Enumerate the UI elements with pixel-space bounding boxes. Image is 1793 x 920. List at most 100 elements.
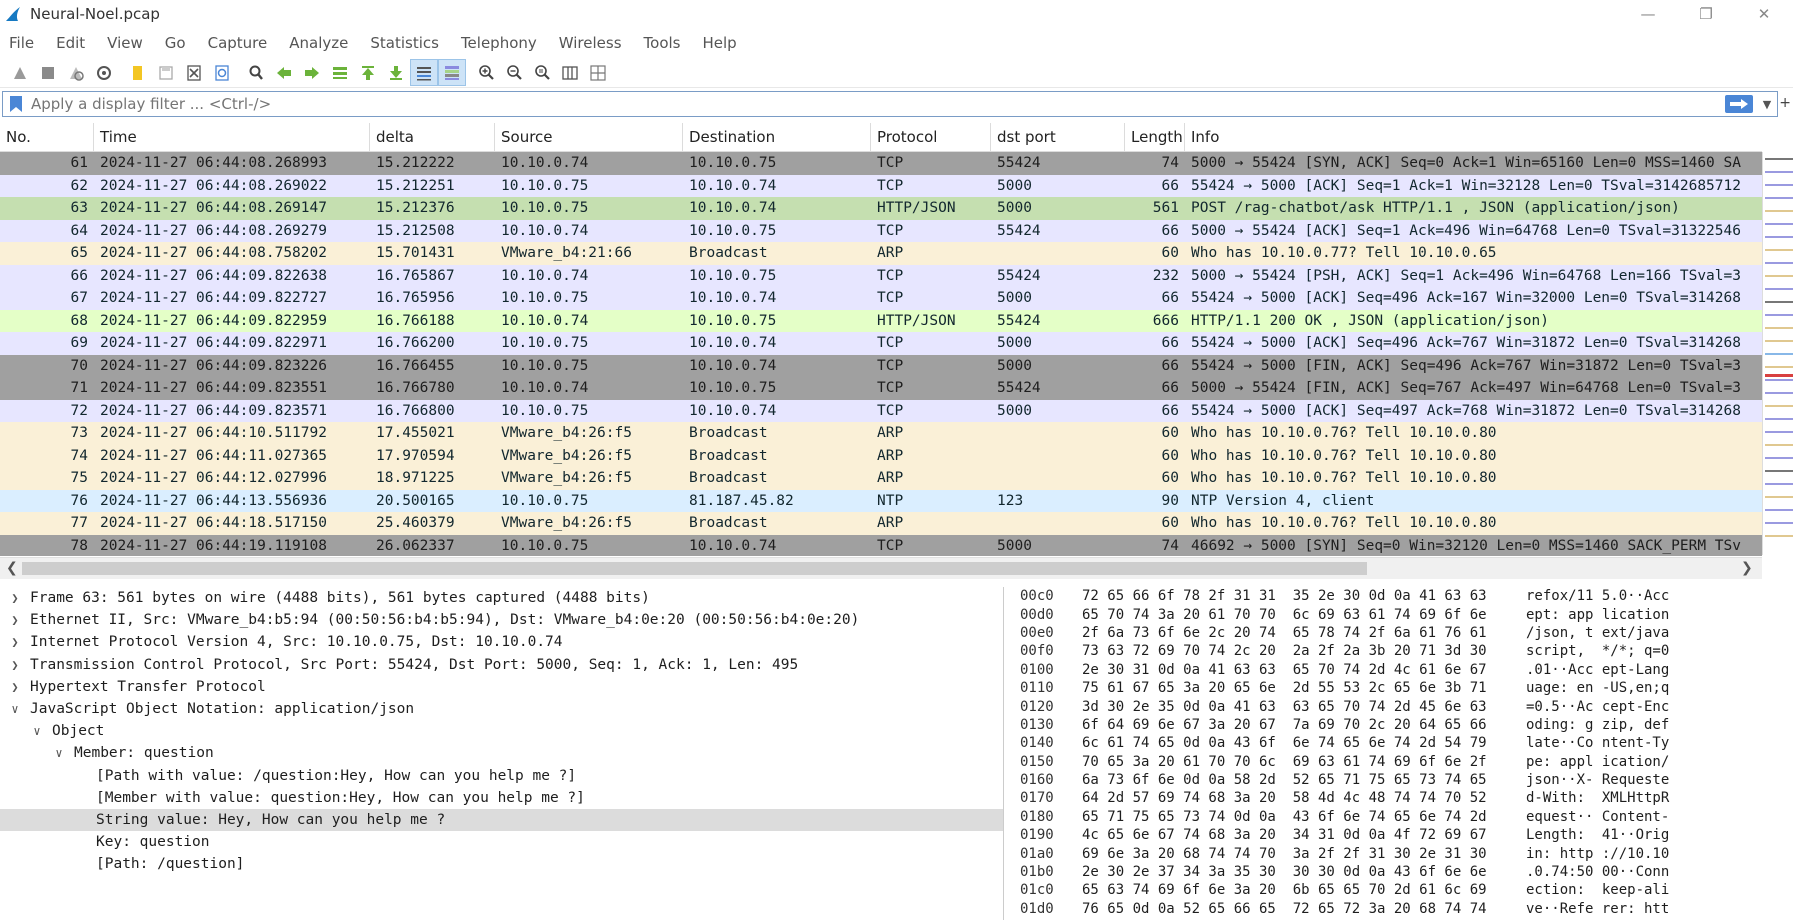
hex-row[interactable]: 0120 3d 30 2e 35 0d 0a 41 63 63 65 70 74 … xyxy=(1008,697,1793,715)
reload-file-icon[interactable] xyxy=(208,59,236,86)
packet-row[interactable]: 74 2024-11-27 06:44:11.027365 17.970594 VMw… xyxy=(0,444,1762,467)
packet-row[interactable]: 78 2024-11-27 06:44:19.119108 26.062337 10.… xyxy=(0,534,1762,556)
detail-tree-item[interactable]: ❯ Internet Protocol Version 4, Src: 10.10… xyxy=(0,631,1003,653)
hex-row[interactable]: 01b0 2e 30 2e 37 34 3a 35 30 30 30 0d 0a … xyxy=(1008,863,1793,881)
menu-wireless[interactable]: Wireless xyxy=(559,34,622,52)
menu-statistics[interactable]: Statistics xyxy=(370,34,439,52)
column-header-no[interactable]: No. xyxy=(0,123,94,152)
packet-row[interactable]: 61 2024-11-27 06:44:08.268993 15.212222 10.… xyxy=(0,152,1762,175)
restart-capture-icon[interactable] xyxy=(62,59,90,86)
hex-row[interactable]: 00d0 65 70 74 3a 20 61 70 70 6c 69 63 61 … xyxy=(1008,605,1793,623)
menu-go[interactable]: Go xyxy=(165,34,186,52)
packet-row[interactable]: 73 2024-11-27 06:44:10.511792 17.455021 VMw… xyxy=(0,422,1762,445)
column-header-destination[interactable]: Destination xyxy=(683,123,871,152)
add-filter-button-icon[interactable]: + xyxy=(1779,95,1791,111)
save-file-icon[interactable] xyxy=(152,59,180,86)
column-header-source[interactable]: Source xyxy=(495,123,683,152)
hex-row[interactable]: 0150 70 65 3a 20 61 70 70 6c 69 63 61 74 … xyxy=(1008,753,1793,771)
scroll-right-icon[interactable]: ❯ xyxy=(1741,560,1753,576)
restore-button[interactable]: ❐ xyxy=(1677,0,1735,28)
go-last-packet-icon[interactable] xyxy=(382,59,410,86)
column-header-dst-port[interactable]: dst port xyxy=(991,123,1125,152)
packet-row[interactable]: 72 2024-11-27 06:44:09.823571 16.766800 10.… xyxy=(0,399,1762,422)
menu-view[interactable]: View xyxy=(107,34,143,52)
packet-row[interactable]: 64 2024-11-27 06:44:08.269279 15.212508 10.… xyxy=(0,219,1762,242)
chevron-down-icon[interactable]: ∨ xyxy=(52,746,66,760)
packet-row[interactable]: 63 2024-11-27 06:44:08.269147 15.212376 10.… xyxy=(0,197,1762,220)
capture-options-icon[interactable] xyxy=(90,59,118,86)
packet-row[interactable]: 70 2024-11-27 06:44:09.823226 16.766455 10.… xyxy=(0,354,1762,377)
detail-tree-item[interactable]: ❯ Transmission Control Protocol, Src Port… xyxy=(0,654,1003,676)
resize-columns-icon[interactable] xyxy=(556,59,584,86)
detail-tree-item[interactable]: Key: question xyxy=(0,831,1003,853)
detail-tree-item[interactable]: ❯ Hypertext Transfer Protocol xyxy=(0,676,1003,698)
detail-tree-item[interactable]: [Path: /question] xyxy=(0,853,1003,875)
hex-row[interactable]: 0170 64 2d 57 69 74 68 3a 20 58 4d 4c 48 … xyxy=(1008,789,1793,807)
zoom-out-icon[interactable] xyxy=(500,59,528,86)
packet-row[interactable]: 67 2024-11-27 06:44:09.822727 16.765956 10.… xyxy=(0,287,1762,310)
close-window-button[interactable]: ✕ xyxy=(1735,0,1793,28)
detail-tree-item[interactable]: ❯ Frame 63: 561 bytes on wire (4488 bits)… xyxy=(0,587,1003,609)
menu-help[interactable]: Help xyxy=(702,34,736,52)
packet-row[interactable]: 65 2024-11-27 06:44:08.758202 15.701431 VMw… xyxy=(0,242,1762,265)
hex-row[interactable]: 0180 65 71 75 65 73 74 0d 0a 43 6f 6e 74 … xyxy=(1008,808,1793,826)
hex-row[interactable]: 00c0 72 65 66 6f 78 2f 31 31 35 2e 30 0d … xyxy=(1008,587,1793,605)
packet-list-minimap[interactable] xyxy=(1762,152,1793,555)
chevron-right-icon[interactable]: ❯ xyxy=(8,635,22,649)
stop-capture-icon[interactable] xyxy=(34,59,62,86)
column-header-length[interactable]: Length xyxy=(1125,123,1185,152)
zoom-in-icon[interactable] xyxy=(472,59,500,86)
bookmark-icon[interactable] xyxy=(9,95,23,113)
hex-row[interactable]: 00e0 2f 6a 73 6f 6e 2c 20 74 65 78 74 2f … xyxy=(1008,624,1793,642)
detail-tree-item[interactable]: ∨ JavaScript Object Notation: application… xyxy=(0,698,1003,720)
hex-row[interactable]: 00f0 73 63 72 69 70 74 2c 20 2a 2f 2a 3b … xyxy=(1008,642,1793,660)
menu-capture[interactable]: Capture xyxy=(208,34,268,52)
column-header-delta[interactable]: delta xyxy=(370,123,495,152)
scroll-left-icon[interactable]: ❮ xyxy=(6,560,18,576)
packet-row[interactable]: 68 2024-11-27 06:44:09.822959 16.766188 10.… xyxy=(0,309,1762,332)
hex-row[interactable]: 0160 6a 73 6f 6e 0d 0a 58 2d 52 65 71 75 … xyxy=(1008,771,1793,789)
colorize-icon[interactable] xyxy=(438,59,466,86)
go-back-icon[interactable] xyxy=(270,59,298,86)
detail-tree-item[interactable]: ∨ Member: question xyxy=(0,742,1003,764)
hex-row[interactable]: 0100 2e 30 31 0d 0a 41 63 63 65 70 74 2d … xyxy=(1008,661,1793,679)
chevron-right-icon[interactable]: ❯ xyxy=(8,613,22,627)
close-file-icon[interactable] xyxy=(180,59,208,86)
go-first-packet-icon[interactable] xyxy=(354,59,382,86)
detail-tree-item[interactable]: String value: Hey, How can you help me ? xyxy=(0,808,1003,832)
zoom-normal-icon[interactable] xyxy=(528,59,556,86)
display-filter-input[interactable] xyxy=(31,95,1725,113)
column-header-protocol[interactable]: Protocol xyxy=(871,123,991,152)
filter-history-dropdown[interactable]: ▼ xyxy=(1757,98,1777,111)
menu-edit[interactable]: Edit xyxy=(56,34,85,52)
packet-row[interactable]: 77 2024-11-27 06:44:18.517150 25.460379 VMw… xyxy=(0,512,1762,535)
detail-tree-item[interactable]: ∨ Object xyxy=(0,720,1003,742)
detail-tree-item[interactable]: [Member with value: question:Hey, How ca… xyxy=(0,787,1003,809)
menu-tools[interactable]: Tools xyxy=(644,34,681,52)
packet-row[interactable]: 75 2024-11-27 06:44:12.027996 18.971225 VMw… xyxy=(0,467,1762,490)
open-file-icon[interactable] xyxy=(124,59,152,86)
layout-icon[interactable] xyxy=(584,59,612,86)
column-header-time[interactable]: Time xyxy=(94,123,370,152)
packet-row[interactable]: 76 2024-11-27 06:44:13.556936 20.500165 10.… xyxy=(0,489,1762,512)
column-header-info[interactable]: Info xyxy=(1185,123,1762,152)
menu-analyze[interactable]: Analyze xyxy=(289,34,348,52)
apply-filter-button[interactable] xyxy=(1725,95,1753,113)
chevron-right-icon[interactable]: ❯ xyxy=(8,591,22,605)
go-to-packet-icon[interactable] xyxy=(326,59,354,86)
auto-scroll-icon[interactable] xyxy=(410,59,438,86)
hex-row[interactable]: 0140 6c 61 74 65 0d 0a 43 6f 6e 74 65 6e … xyxy=(1008,734,1793,752)
menu-file[interactable]: File xyxy=(9,34,34,52)
packet-row[interactable]: 62 2024-11-27 06:44:08.269022 15.212251 10.… xyxy=(0,174,1762,197)
hex-row[interactable]: 0190 4c 65 6e 67 74 68 3a 20 34 31 0d 0a … xyxy=(1008,826,1793,844)
menu-telephony[interactable]: Telephony xyxy=(461,34,537,52)
packet-row[interactable]: 69 2024-11-27 06:44:09.822971 16.766200 10.… xyxy=(0,332,1762,355)
start-capture-icon[interactable] xyxy=(6,59,34,86)
hex-row[interactable]: 01c0 65 63 74 69 6f 6e 3a 20 6b 65 65 70 … xyxy=(1008,881,1793,899)
chevron-down-icon[interactable]: ∨ xyxy=(8,702,22,716)
hex-row[interactable]: 01a0 69 6e 3a 20 68 74 74 70 3a 2f 2f 31 … xyxy=(1008,844,1793,862)
detail-tree-item[interactable]: ❯ Ethernet II, Src: VMware_b4:b5:94 (00:5… xyxy=(0,609,1003,631)
chevron-right-icon[interactable]: ❯ xyxy=(8,658,22,672)
packet-row[interactable]: 66 2024-11-27 06:44:09.822638 16.765867 10.… xyxy=(0,264,1762,287)
hex-row[interactable]: 0110 75 61 67 65 3a 20 65 6e 2d 55 53 2c … xyxy=(1008,679,1793,697)
